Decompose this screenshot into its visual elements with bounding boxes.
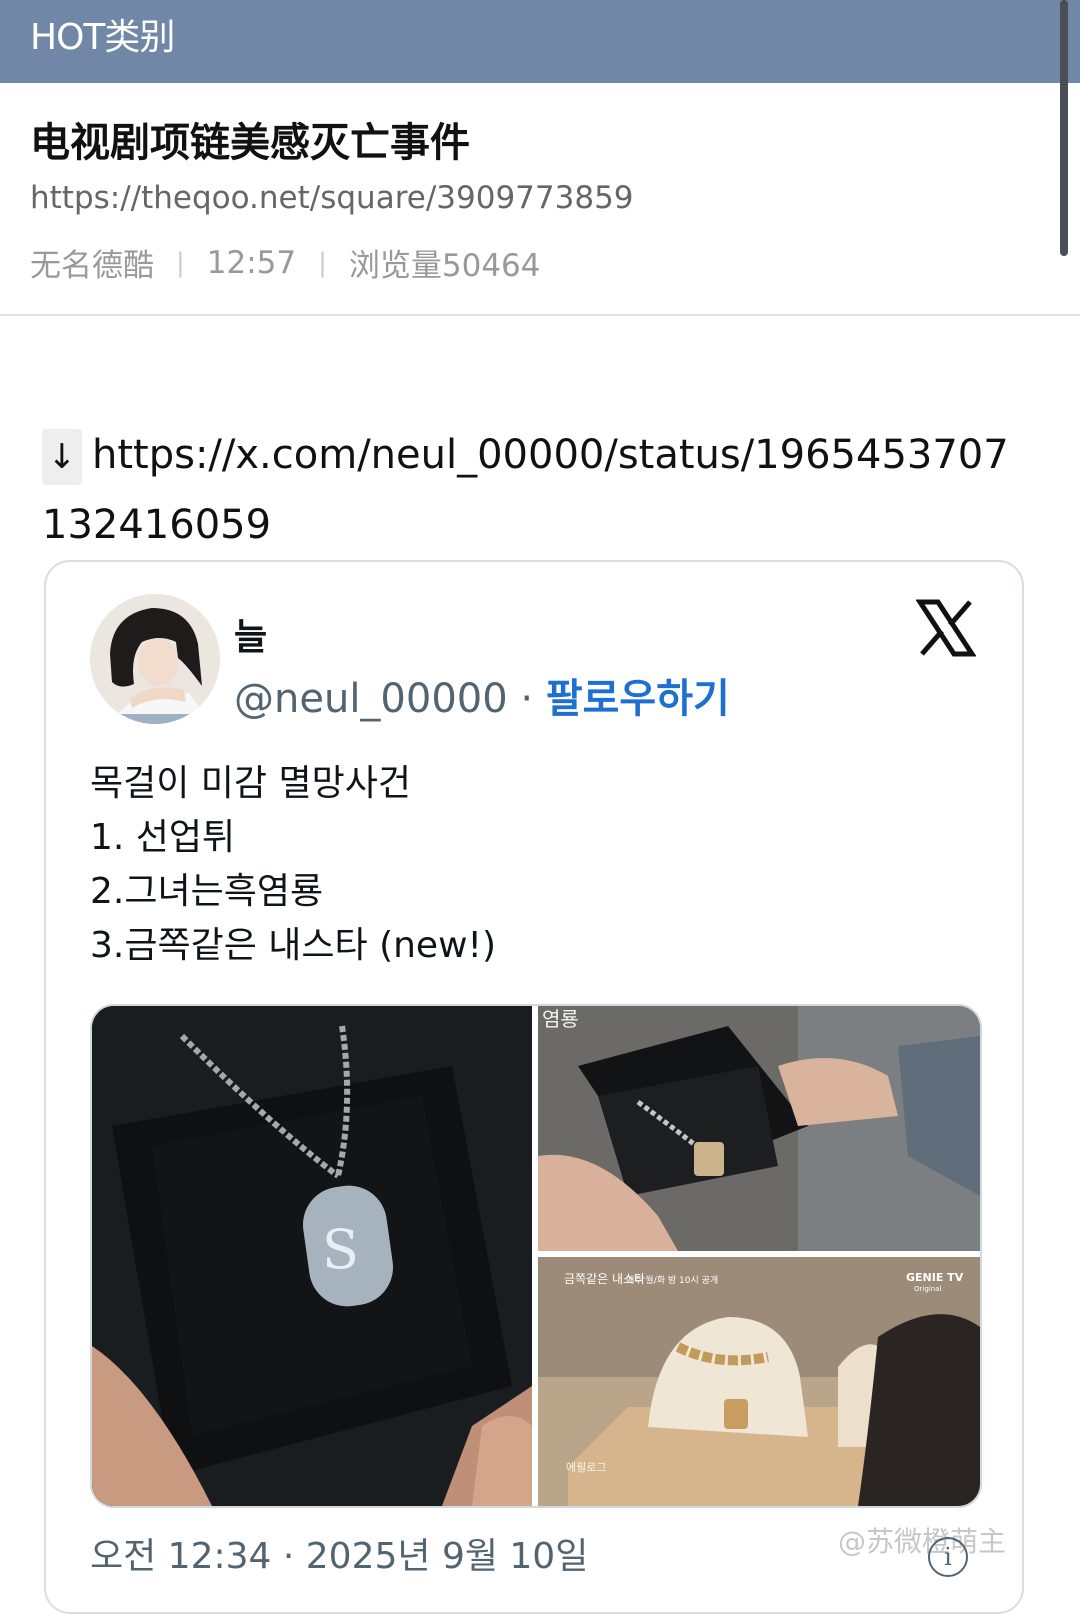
top-header-bar: HOT类别 [0, 0, 1080, 83]
genie-tv-original: Original [914, 1285, 941, 1293]
media-image-lock-necklace[interactable]: 염룡 [538, 1006, 980, 1251]
tweet-embed-card[interactable]: 늘 @neul_00000 · 팔로우하기 목걸이 미감 멸망사건 1. 선업튀… [44, 560, 1024, 1614]
tweet-line: 1. 선업튀 [90, 817, 236, 858]
handle-dot: · [520, 676, 534, 722]
pendant-letter: S [322, 1218, 359, 1281]
meta-separator: | [176, 247, 185, 278]
meta-separator: | [318, 247, 327, 278]
tweet-media-grid: S 염룡 금쪽같은 내스타 매주 월/화 밤 10시 공개 GENIE TV O… [90, 1004, 982, 1508]
media-image-pendant[interactable]: S [92, 1006, 532, 1506]
post-author[interactable]: 无名德酷 [30, 240, 154, 285]
genie-tv-logo: GENIE TV [906, 1271, 964, 1284]
tweet-line: 3.금쪽같은 내스타 (new!) [90, 925, 497, 966]
header-title: HOT类别 [30, 17, 175, 58]
avatar-image [90, 594, 220, 724]
avatar[interactable] [90, 594, 220, 724]
show-schedule-overlay: 매주 월/화 밤 10시 공개 [626, 1274, 718, 1286]
tweet-text: 목걸이 미감 멸망사건 1. 선업튀 2.그녀는흑염룡 3.금쪽같은 내스타 (… [90, 757, 970, 973]
tweet-line: 2.그녀는흑염룡 [90, 871, 324, 912]
weibo-watermark: @苏微橙萌主 [838, 1525, 1007, 1558]
tweet-link-url[interactable]: https://x.com/neul_00000/status/19654537… [42, 432, 1009, 548]
tweet-timestamp[interactable]: 오전 12:34 · 2025년 9월 10일 [90, 1527, 588, 1579]
post-views: 浏览量50464 [348, 248, 541, 284]
tweet-author-name[interactable]: 늘 [234, 608, 267, 660]
epilogue-label: 에필로그 [566, 1461, 606, 1474]
post-source-link[interactable]: https://theqoo.net/square/3909773859 [30, 180, 634, 216]
tweet-handle[interactable]: @neul_00000 [234, 676, 508, 722]
tweet-line: 목걸이 미감 멸망사건 [90, 763, 411, 804]
media-caption: 염룡 [542, 1007, 579, 1031]
info-icon[interactable]: i [928, 1537, 968, 1577]
divider [0, 314, 1080, 316]
tweet-handle-row: @neul_00000 · 팔로우하기 [234, 666, 730, 724]
down-arrow-icon: ↓ [42, 429, 82, 485]
post-meta: 无名德酷 | 12:57 | 浏览量50464 [30, 240, 541, 285]
follow-button[interactable]: 팔로우하기 [546, 676, 730, 722]
scrollbar[interactable] [1060, 0, 1068, 256]
x-logo-icon[interactable] [916, 598, 976, 658]
post-title: 电视剧项链美感灭亡事件 [30, 120, 470, 166]
media-image-jewelry-display[interactable]: 금쪽같은 내스타 매주 월/화 밤 10시 공개 GENIE TV Origin… [538, 1257, 980, 1506]
embedded-link[interactable]: ↓ https://x.com/neul_00000/status/1965453… [42, 420, 1032, 560]
post-time: 12:57 [206, 244, 297, 281]
